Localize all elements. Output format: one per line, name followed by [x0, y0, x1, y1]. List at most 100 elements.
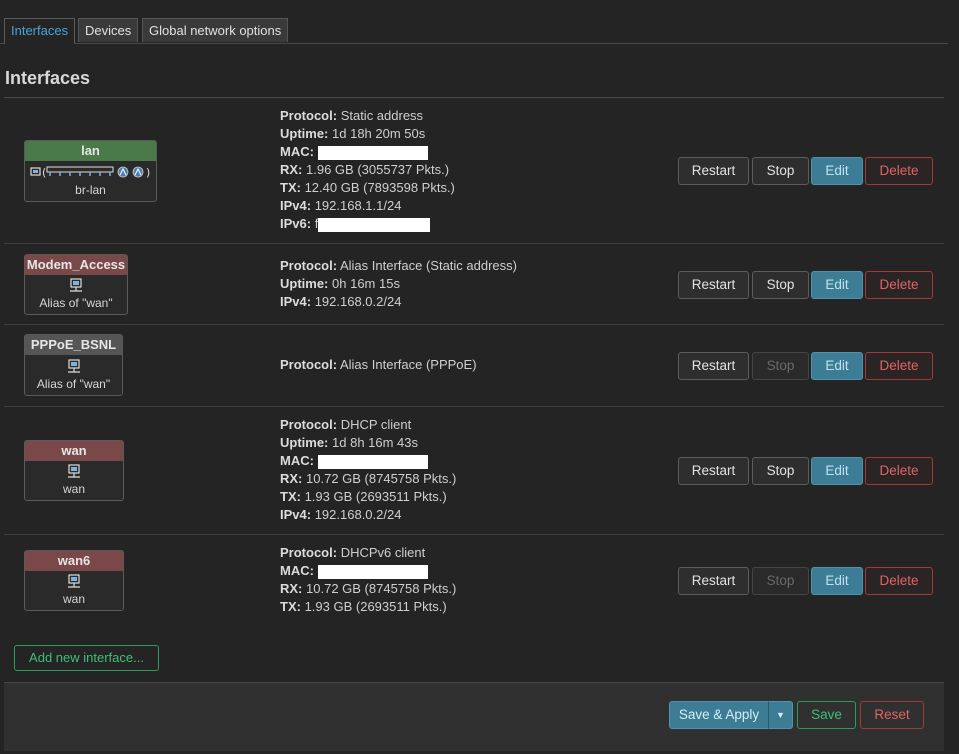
- tx-value: 1.93 GB (2693511 Pkts.): [304, 489, 447, 504]
- interface-device: Alias of "wan": [36, 377, 111, 391]
- restart-button-modem-access[interactable]: Restart: [678, 271, 749, 299]
- svg-text:): ): [146, 166, 150, 179]
- ipv6-label: IPv6:: [280, 216, 312, 231]
- protocol-value: Alias Interface (Static address): [339, 258, 517, 273]
- ipv4-label: IPv4:: [280, 294, 312, 309]
- interface-info-pppoe-bsnl: Protocol: Alias Interface (PPPoE): [280, 356, 477, 374]
- interface-name: PPPoE_BSNL: [25, 335, 122, 355]
- rx-value: 1.96 GB (3055737 Pkts.): [306, 162, 450, 177]
- delete-button-modem-access[interactable]: Delete: [865, 271, 933, 299]
- svg-text:(: (: [42, 166, 46, 179]
- interface-badge-wan6: wan6 wan: [24, 550, 124, 611]
- interface-device: Alias of "wan": [39, 296, 113, 310]
- tx-label: TX:: [280, 599, 301, 614]
- add-new-interface-button[interactable]: Add new interface...: [14, 645, 159, 671]
- tx-value: 1.93 GB (2693511 Pkts.): [304, 599, 447, 614]
- protocol-value: Static address: [340, 108, 424, 123]
- mac-label: MAC:: [280, 453, 314, 468]
- reset-button[interactable]: Reset: [860, 701, 924, 729]
- restart-button-wan6[interactable]: Restart: [678, 567, 749, 595]
- edit-button-modem-access[interactable]: Edit: [811, 271, 863, 299]
- restart-button-pppoe-bsnl[interactable]: Restart: [678, 352, 749, 380]
- tab-devices[interactable]: Devices: [78, 18, 139, 42]
- edit-button-pppoe-bsnl[interactable]: Edit: [811, 352, 863, 380]
- rx-label: RX:: [280, 162, 303, 177]
- rx-label: RX:: [280, 471, 303, 486]
- restart-button-wan[interactable]: Restart: [678, 457, 749, 485]
- ipv4-label: IPv4:: [280, 198, 312, 213]
- interface-badge-wan: wan wan: [24, 440, 124, 501]
- protocol-label: Protocol:: [280, 258, 338, 273]
- tab-global-network-options[interactable]: Global network options: [142, 18, 289, 42]
- uptime-label: Uptime:: [280, 126, 329, 141]
- interface-device: wan: [62, 482, 85, 496]
- edit-button-wan[interactable]: Edit: [811, 457, 863, 485]
- interface-name: wan: [25, 441, 123, 461]
- redacted-ipv6: [318, 217, 431, 232]
- delete-button-wan6[interactable]: Delete: [865, 567, 933, 595]
- row-divider: [4, 243, 944, 244]
- bridge-ports-icon: ( ): [29, 164, 152, 183]
- mac-label: MAC:: [280, 144, 314, 159]
- redacted-mac: [317, 145, 428, 160]
- delete-button-pppoe-bsnl[interactable]: Delete: [865, 352, 933, 380]
- tx-label: TX:: [280, 180, 301, 195]
- tab-interfaces[interactable]: Interfaces: [4, 18, 76, 44]
- ipv4-value: 192.168.0.2/24: [314, 294, 402, 309]
- action-footer: Save & Apply ▼ Save Reset: [4, 682, 944, 751]
- stop-button-modem-access[interactable]: Stop: [752, 271, 809, 299]
- mac-label: MAC:: [280, 563, 314, 578]
- page-title: Interfaces: [5, 68, 91, 88]
- save-apply-dropdown-toggle[interactable]: ▼: [768, 701, 793, 729]
- protocol-value: Alias Interface (PPPoE): [339, 357, 477, 372]
- rx-value: 10.72 GB (8745758 Pkts.): [306, 581, 457, 596]
- edit-button-lan[interactable]: Edit: [811, 157, 863, 185]
- ipv4-label: IPv4:: [280, 507, 312, 522]
- tx-label: TX:: [280, 489, 301, 504]
- protocol-label: Protocol:: [280, 417, 338, 432]
- interface-info-lan: Protocol: Static address Uptime: 1d 18h …: [280, 107, 455, 233]
- redacted-mac: [317, 454, 428, 469]
- interface-info-wan: Protocol: DHCP client Uptime: 1d 8h 16m …: [280, 416, 456, 524]
- save-button[interactable]: Save: [797, 701, 856, 729]
- interface-device: wan: [62, 592, 85, 606]
- ipv4-value: 192.168.0.2/24: [314, 507, 402, 522]
- uptime-value: 1d 18h 20m 50s: [332, 126, 426, 141]
- stop-button-pppoe-bsnl: Stop: [752, 352, 809, 380]
- uptime-value: 1d 8h 16m 43s: [332, 435, 419, 450]
- interface-name: wan6: [25, 551, 123, 571]
- restart-button-lan[interactable]: Restart: [678, 157, 749, 185]
- save-apply-button[interactable]: Save & Apply: [669, 701, 769, 729]
- ethernet-port-icon: [66, 463, 82, 482]
- stop-button-lan[interactable]: Stop: [752, 157, 809, 185]
- protocol-value: DHCPv6 client: [340, 545, 426, 560]
- interface-info-wan6: Protocol: DHCPv6 client MAC: RX: 10.72 G…: [280, 544, 456, 616]
- uptime-label: Uptime:: [280, 435, 329, 450]
- stop-button-wan[interactable]: Stop: [752, 457, 809, 485]
- delete-button-lan[interactable]: Delete: [865, 157, 933, 185]
- interface-name: lan: [25, 141, 156, 161]
- interface-badge-modem-access: Modem_Access Alias of "wan": [24, 254, 128, 315]
- delete-button-wan[interactable]: Delete: [865, 457, 933, 485]
- interface-badge-pppoe-bsnl: PPPoE_BSNL Alias of "wan": [24, 334, 123, 396]
- ipv4-value: 192.168.1.1/24: [314, 198, 402, 213]
- interface-badge-lan: lan ( ) br-lan: [24, 140, 157, 202]
- protocol-label: Protocol:: [280, 545, 338, 560]
- alias-interface-icon: [68, 277, 84, 296]
- ethernet-port-icon: [66, 573, 82, 592]
- protocol-label: Protocol:: [280, 108, 338, 123]
- uptime-value: 0h 16m 15s: [332, 276, 400, 291]
- stop-button-wan6: Stop: [752, 567, 809, 595]
- interface-info-modem-access: Protocol: Alias Interface (Static addres…: [280, 257, 517, 311]
- rx-value: 10.72 GB (8745758 Pkts.): [306, 471, 457, 486]
- rx-label: RX:: [280, 581, 303, 596]
- caret-down-icon: ▼: [776, 710, 785, 720]
- tx-value: 12.40 GB (7893598 Pkts.): [304, 180, 455, 195]
- row-divider: [4, 324, 944, 325]
- edit-button-wan6[interactable]: Edit: [811, 567, 863, 595]
- alias-interface-icon: [66, 358, 82, 377]
- row-divider: [4, 534, 944, 535]
- uptime-label: Uptime:: [280, 276, 329, 291]
- redacted-mac: [317, 564, 428, 579]
- tab-bar: Interfaces Devices Global network option…: [0, 0, 948, 44]
